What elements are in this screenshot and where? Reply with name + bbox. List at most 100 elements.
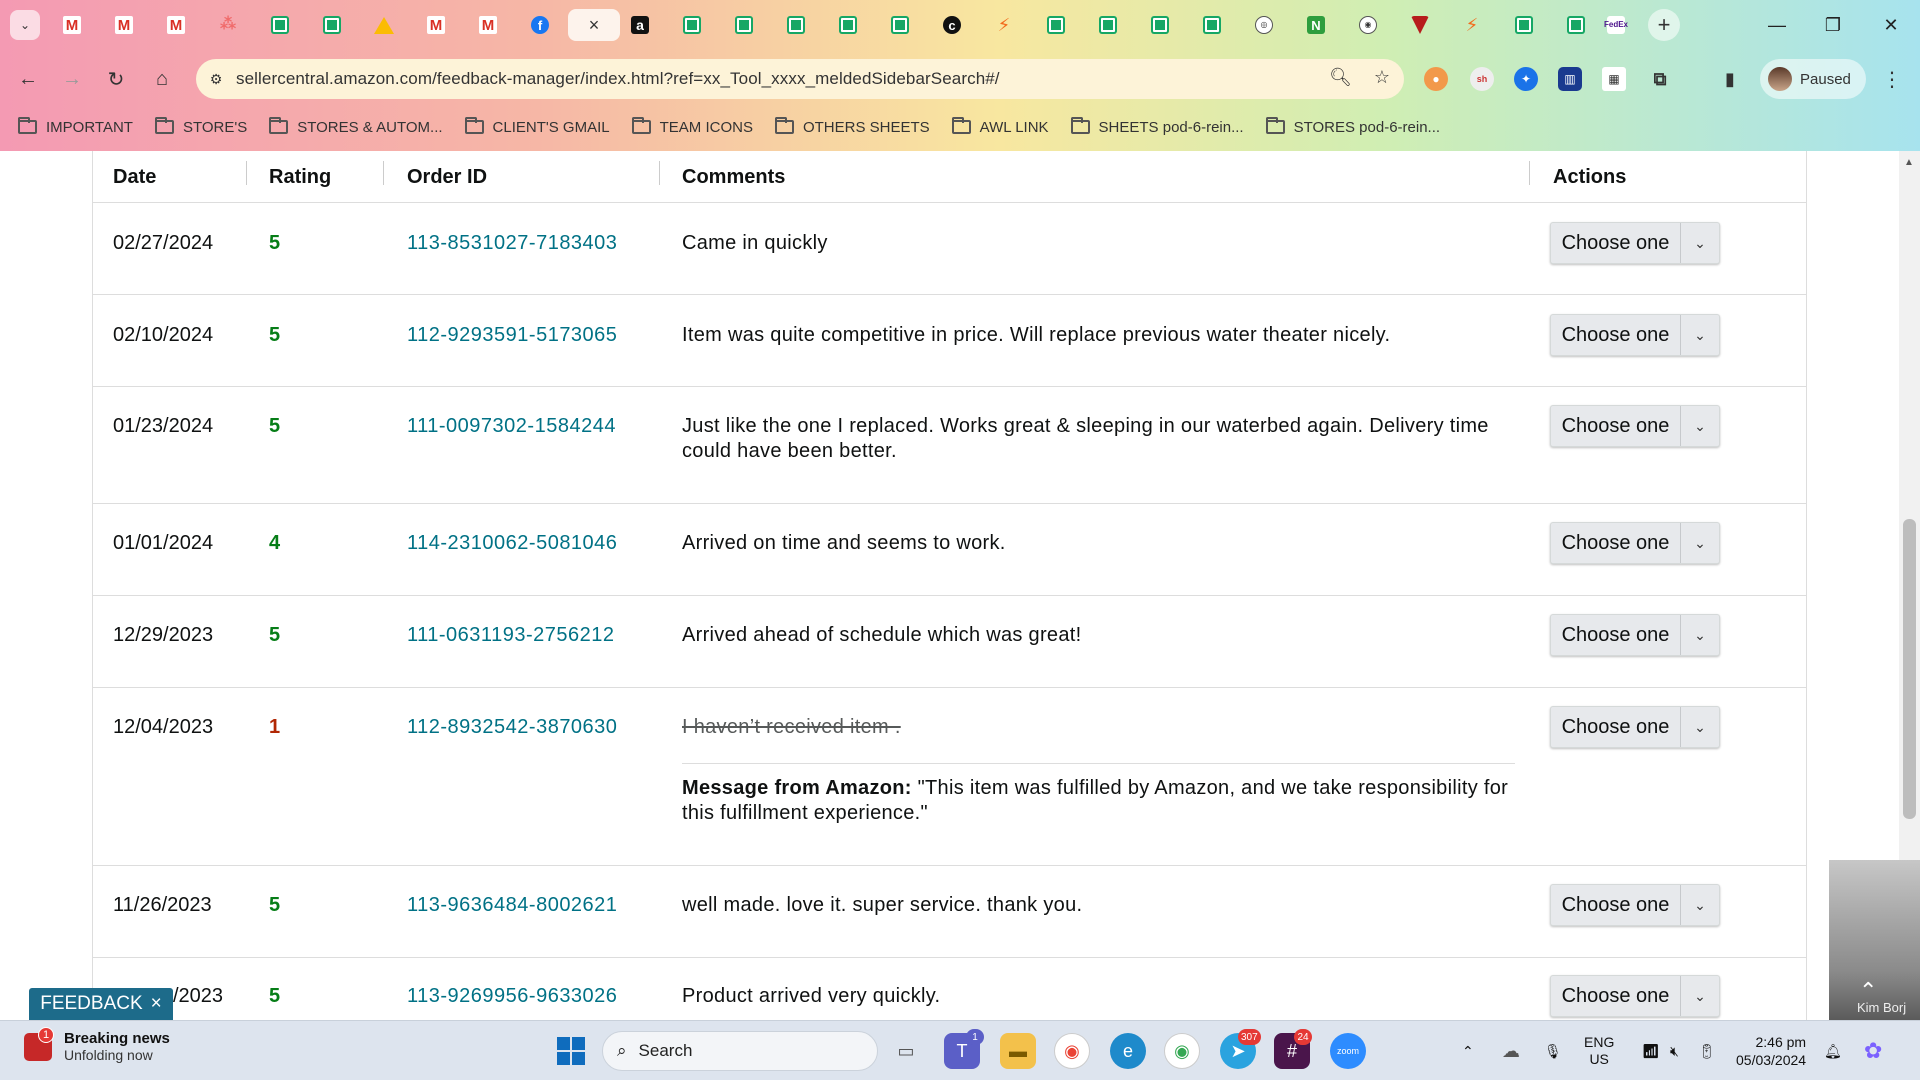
- teams-icon[interactable]: T 1: [944, 1029, 984, 1069]
- minimize-button[interactable]: —: [1762, 10, 1792, 40]
- tab-sheets[interactable]: [1190, 9, 1234, 41]
- order-id-link[interactable]: 113-9636484-8002621: [407, 893, 617, 918]
- bookmark-folder[interactable]: IMPORTANT: [18, 117, 133, 136]
- tab-c-app[interactable]: c: [930, 9, 974, 41]
- header-order-id[interactable]: Order ID: [407, 151, 487, 203]
- tab-shield[interactable]: [1398, 9, 1442, 41]
- tab-gmail[interactable]: M: [102, 9, 146, 41]
- start-button[interactable]: [553, 1033, 589, 1069]
- action-dropdown[interactable]: Choose one ⌄: [1550, 706, 1720, 748]
- task-view-icon[interactable]: ▭: [888, 1033, 924, 1069]
- scroll-up-icon[interactable]: ▲: [1904, 157, 1914, 168]
- new-tab-button[interactable]: +: [1648, 9, 1680, 41]
- puzzle-icon[interactable]: ⧉: [1648, 67, 1672, 91]
- bookmark-folder[interactable]: STORES & AUTOM...: [269, 117, 443, 136]
- copilot-icon[interactable]: ✿: [1864, 1021, 1882, 1080]
- tab-sheets[interactable]: [774, 9, 818, 41]
- telegram-icon[interactable]: ➤ 307: [1220, 1029, 1261, 1069]
- action-dropdown[interactable]: Choose one ⌄: [1550, 975, 1720, 1017]
- language-indicator[interactable]: ENG US: [1584, 1021, 1614, 1080]
- qr-code-icon[interactable]: ▦: [1602, 67, 1626, 91]
- scrollbar-thumb[interactable]: [1903, 519, 1916, 819]
- order-id-link[interactable]: 114-2310062-5081046: [407, 531, 617, 556]
- back-button[interactable]: ←: [12, 63, 44, 95]
- bookmark-folder[interactable]: AWL LINK: [951, 117, 1049, 136]
- tab-n-app[interactable]: N: [1294, 9, 1338, 41]
- wifi-icon[interactable]: 📶︎: [1642, 1021, 1660, 1080]
- close-tab-icon[interactable]: ×: [585, 16, 603, 34]
- chrome-icon[interactable]: ◉: [1054, 1033, 1090, 1069]
- tab-sheets[interactable]: [310, 9, 354, 41]
- tab-search-button[interactable]: ⌄: [10, 10, 40, 40]
- chrome-icon[interactable]: ◉: [1164, 1033, 1200, 1069]
- header-date[interactable]: Date: [113, 151, 156, 203]
- bookmark-folder[interactable]: OTHERS SHEETS: [774, 117, 930, 136]
- tab-stripe[interactable]: ⚡: [982, 9, 1026, 41]
- tab-sheets[interactable]: [1086, 9, 1130, 41]
- file-explorer-icon[interactable]: ▬: [1000, 1033, 1036, 1069]
- address-bar[interactable]: ⚙ sellercentral.amazon.com/feedback-mana…: [196, 59, 1404, 99]
- tab-sheets[interactable]: [826, 9, 870, 41]
- tab-sheets[interactable]: [1034, 9, 1078, 41]
- tab-stripe[interactable]: ⚡: [1450, 9, 1494, 41]
- tab-round-logo[interactable]: ◎: [1242, 9, 1286, 41]
- zoom-icon[interactable]: 🔍︎: [1329, 67, 1352, 88]
- tab-facebook[interactable]: f: [518, 9, 562, 41]
- feedback-tab[interactable]: FEEDBACK ×: [29, 988, 173, 1020]
- restore-button[interactable]: ❐: [1818, 10, 1848, 40]
- extension-icon[interactable]: ●: [1424, 67, 1448, 91]
- tab-asana[interactable]: ⁂: [206, 9, 250, 41]
- tab-sheets[interactable]: [878, 9, 922, 41]
- order-id-link[interactable]: 112-8932542-3870630: [407, 715, 617, 740]
- news-widget[interactable]: 1 Breaking news Unfolding now: [24, 1026, 170, 1063]
- home-button[interactable]: ⌂: [146, 63, 178, 95]
- close-window-button[interactable]: ✕: [1876, 10, 1906, 40]
- tab-round-logo[interactable]: ◉: [1346, 9, 1390, 41]
- bookmark-folder[interactable]: STORE'S: [154, 117, 247, 136]
- tab-fedex[interactable]: FedEx: [1594, 9, 1638, 41]
- action-dropdown[interactable]: Choose one ⌄: [1550, 314, 1720, 356]
- tab-active-feedback-manager[interactable]: ×: [568, 9, 620, 41]
- tray-overflow-icon[interactable]: ⌃: [1462, 1021, 1474, 1080]
- tab-gmail[interactable]: M: [50, 9, 94, 41]
- tab-gmail[interactable]: M: [154, 9, 198, 41]
- action-dropdown[interactable]: Choose one ⌄: [1550, 884, 1720, 926]
- tab-sheets[interactable]: [1138, 9, 1182, 41]
- action-dropdown[interactable]: Choose one ⌄: [1550, 222, 1720, 264]
- tab-gmail[interactable]: M: [466, 9, 510, 41]
- order-id-link[interactable]: 113-8531027-7183403: [407, 231, 617, 256]
- notification-bell-icon[interactable]: 🔔︎: [1824, 1021, 1842, 1080]
- reload-button[interactable]: ↻: [100, 63, 132, 95]
- profile-button[interactable]: Paused: [1760, 59, 1866, 99]
- taskbar-search[interactable]: ⌕ Search: [602, 1031, 878, 1071]
- url-text[interactable]: sellercentral.amazon.com/feedback-manage…: [236, 69, 1000, 89]
- tab-drive[interactable]: [362, 9, 406, 41]
- order-id-link[interactable]: 111-0097302-1584244: [407, 414, 616, 439]
- action-dropdown[interactable]: Choose one ⌄: [1550, 522, 1720, 564]
- action-dropdown[interactable]: Choose one ⌄: [1550, 614, 1720, 656]
- tab-sheets[interactable]: [258, 9, 302, 41]
- battery-icon[interactable]: 🔋︎: [1698, 1021, 1716, 1080]
- order-id-link[interactable]: 113-9269956-9633026: [407, 984, 617, 1009]
- volume-muted-icon[interactable]: 🔇︎: [1670, 1021, 1679, 1080]
- tab-sheets[interactable]: [722, 9, 766, 41]
- tab-sheets[interactable]: [1554, 9, 1598, 41]
- bookmark-folder[interactable]: CLIENT'S GMAIL: [464, 117, 610, 136]
- order-id-link[interactable]: 111-0631193-2756212: [407, 623, 614, 648]
- slack-icon[interactable]: # 24: [1274, 1029, 1312, 1069]
- extension-icon[interactable]: ▥: [1558, 67, 1582, 91]
- edge-icon[interactable]: e: [1110, 1033, 1146, 1069]
- header-rating[interactable]: Rating: [269, 151, 331, 203]
- site-info-icon[interactable]: ⚙: [196, 71, 236, 88]
- bookmark-folder[interactable]: SHEETS pod-6-rein...: [1070, 117, 1244, 136]
- star-icon[interactable]: ☆: [1374, 67, 1390, 88]
- menu-button[interactable]: ⋮: [1876, 63, 1908, 95]
- microphone-icon[interactable]: 🎙︎: [1544, 1021, 1562, 1080]
- extension-icon[interactable]: ✦: [1514, 67, 1538, 91]
- extension-icon[interactable]: sh: [1470, 67, 1494, 91]
- forward-button[interactable]: →: [56, 63, 88, 95]
- clock[interactable]: 2:46 pm 05/03/2024: [1736, 1021, 1806, 1080]
- tab-amazon[interactable]: a: [618, 9, 662, 41]
- onedrive-icon[interactable]: ☁: [1502, 1021, 1520, 1080]
- video-call-overlay[interactable]: ⌃ Kim Borj: [1829, 860, 1920, 1020]
